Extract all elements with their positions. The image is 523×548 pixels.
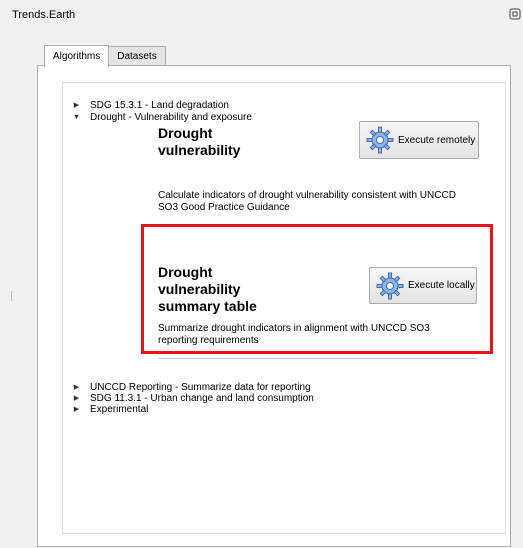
tree-item-label: Experimental bbox=[90, 403, 149, 415]
tab-bar: Algorithms Datasets bbox=[44, 44, 166, 67]
card-description: Calculate indicators of drought vulnerab… bbox=[158, 190, 456, 213]
card-title-drought-vulnerability: Drought vulnerability bbox=[158, 125, 241, 158]
expand-arrow-icon[interactable]: ▶ bbox=[63, 405, 90, 413]
dock-title: Trends.Earth bbox=[12, 9, 76, 21]
tab-algorithms[interactable]: Algorithms bbox=[44, 45, 110, 67]
expand-arrow-icon[interactable]: ▶ bbox=[63, 101, 90, 109]
expand-arrow-icon[interactable]: ▶ bbox=[63, 383, 90, 391]
tree-item-label: SDG 11.3.1 - Urban change and land consu… bbox=[90, 392, 314, 404]
tree-item-land-degradation[interactable]: ▶ SDG 15.3.1 - Land degradation bbox=[63, 99, 229, 111]
button-label: Execute remotely bbox=[398, 134, 476, 146]
tree-item-label: UNCCD Reporting - Summarize data for rep… bbox=[90, 381, 311, 393]
expand-arrow-icon[interactable]: ▶ bbox=[63, 394, 90, 402]
tree-item-drought[interactable]: ▼ Drought - Vulnerability and exposure bbox=[63, 111, 252, 123]
tree-item-experimental[interactable]: ▶ Experimental bbox=[63, 403, 149, 415]
highlight-box bbox=[141, 224, 493, 354]
execute-remotely-button[interactable]: Execute remotely bbox=[359, 121, 479, 159]
card-separator bbox=[158, 358, 478, 359]
tab-datasets[interactable]: Datasets bbox=[108, 46, 166, 66]
splitter-handle[interactable] bbox=[11, 291, 12, 301]
tree-item-label: Drought - Vulnerability and exposure bbox=[90, 111, 252, 123]
collapse-arrow-icon[interactable]: ▼ bbox=[63, 114, 90, 121]
gear-icon bbox=[366, 126, 394, 154]
tree-item-label: SDG 15.3.1 - Land degradation bbox=[90, 99, 229, 111]
float-dock-icon[interactable] bbox=[509, 8, 521, 20]
